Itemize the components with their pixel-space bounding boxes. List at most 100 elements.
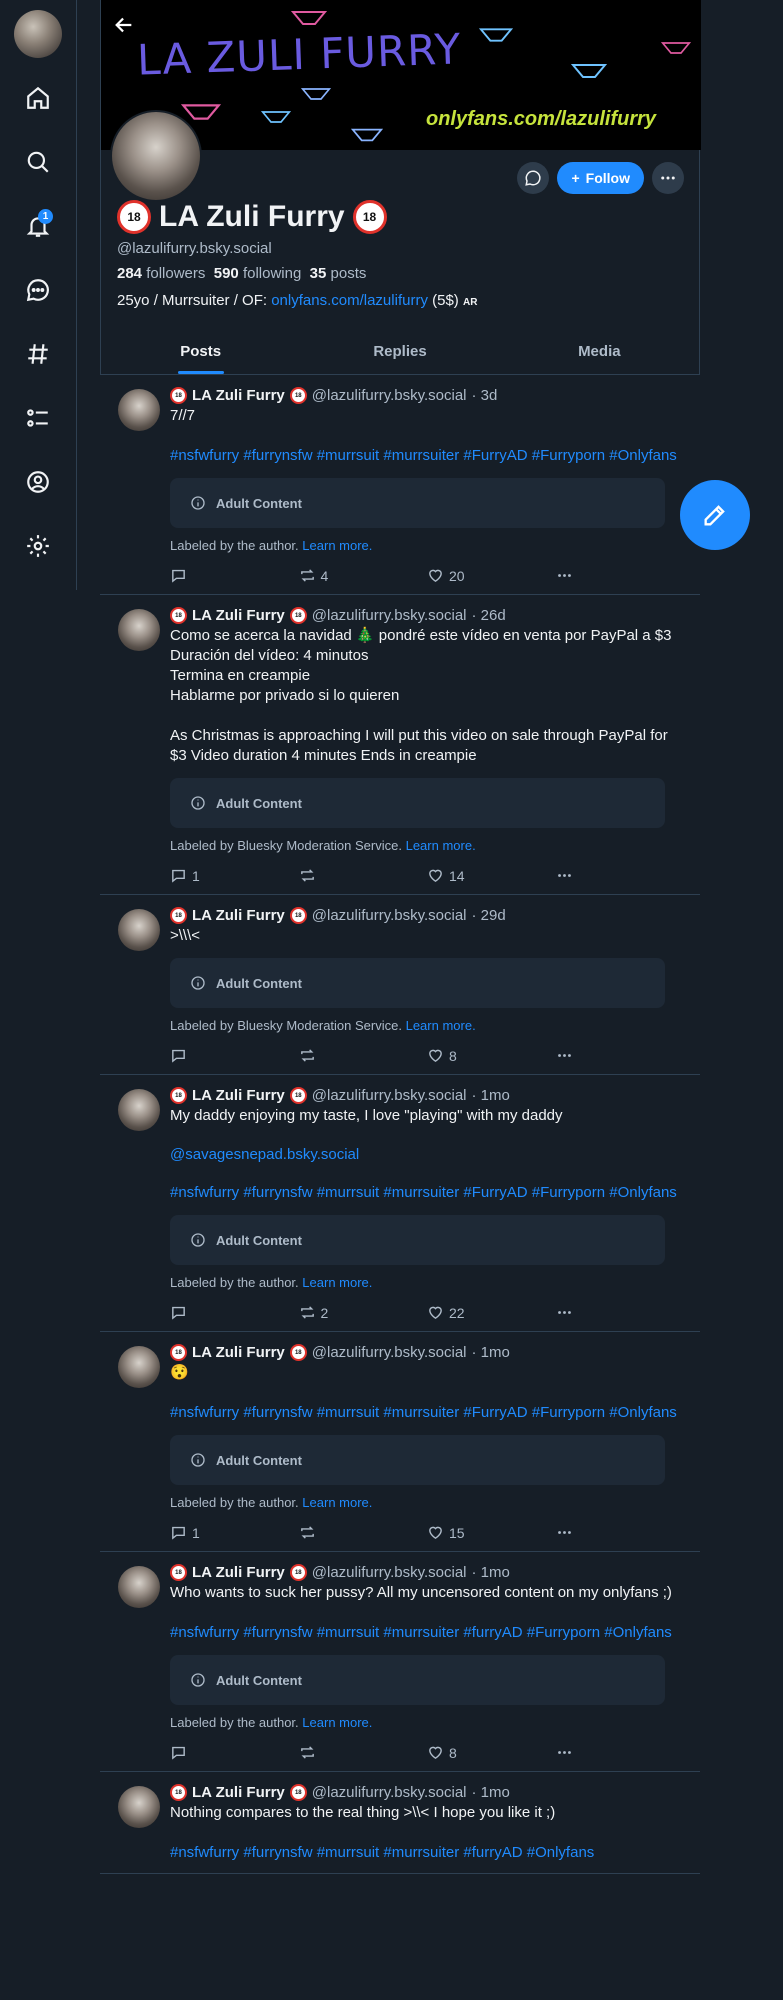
chat-icon[interactable]	[18, 270, 58, 310]
post-more-button[interactable]	[556, 1047, 685, 1064]
reply-button[interactable]: 1	[170, 1524, 299, 1541]
reply-button[interactable]: 1	[170, 867, 299, 884]
back-arrow-icon[interactable]	[109, 10, 139, 40]
post-author-name[interactable]: LA Zuli Furry	[192, 607, 285, 624]
post-avatar[interactable]	[118, 1346, 160, 1388]
notifications-icon[interactable]: 1	[18, 206, 58, 246]
post-author-name[interactable]: LA Zuli Furry	[192, 1344, 285, 1361]
post-hashtags[interactable]: #nsfwfurry #furrynsfw #murrsuit #murrsui…	[170, 1403, 684, 1423]
like-button[interactable]: 22	[427, 1304, 556, 1321]
post-author-name[interactable]: LA Zuli Furry	[192, 1564, 285, 1581]
learn-more-link[interactable]: Learn more.	[302, 1715, 372, 1730]
post-avatar[interactable]	[118, 909, 160, 951]
age-18-icon: 18	[170, 1344, 187, 1361]
repost-button[interactable]	[299, 867, 428, 884]
post-mention-link[interactable]: @savagesnepad.bsky.social	[170, 1146, 684, 1163]
post-author-handle[interactable]: @lazulifurry.bsky.social	[312, 1784, 467, 1801]
post[interactable]: 18 LA Zuli Furry 18 @lazulifurry.bsky.so…	[100, 895, 700, 1075]
repost-button[interactable]	[299, 1524, 428, 1541]
compose-button[interactable]	[680, 480, 750, 550]
reply-button[interactable]	[170, 1744, 299, 1761]
post-author-name[interactable]: LA Zuli Furry	[192, 1087, 285, 1104]
post-author-handle[interactable]: @lazulifurry.bsky.social	[312, 387, 467, 404]
following-link[interactable]: 590 following	[214, 265, 302, 282]
bio-onlyfans-link[interactable]: onlyfans.com/lazulifurry	[271, 292, 428, 309]
learn-more-link[interactable]: Learn more.	[302, 1275, 372, 1290]
post-author-name[interactable]: LA Zuli Furry	[192, 1784, 285, 1801]
post-author-handle[interactable]: @lazulifurry.bsky.social	[312, 607, 467, 624]
learn-more-link[interactable]: Learn more.	[406, 1018, 476, 1033]
like-button[interactable]: 20	[427, 567, 556, 584]
post-hashtags[interactable]: #nsfwfurry #furrynsfw #murrsuit #murrsui…	[170, 1623, 684, 1643]
like-button[interactable]: 15	[427, 1524, 556, 1541]
post-timestamp[interactable]: · 1mo	[472, 1344, 510, 1361]
repost-button[interactable]: 4	[299, 567, 428, 584]
learn-more-link[interactable]: Learn more.	[406, 838, 476, 853]
post-author-handle[interactable]: @lazulifurry.bsky.social	[312, 907, 467, 924]
age-18-icon: 18	[289, 387, 307, 404]
like-button[interactable]: 8	[427, 1744, 556, 1761]
post-author-handle[interactable]: @lazulifurry.bsky.social	[312, 1564, 467, 1581]
post[interactable]: 18 LA Zuli Furry 18 @lazulifurry.bsky.so…	[100, 1075, 700, 1332]
current-user-avatar[interactable]	[14, 10, 62, 58]
settings-gear-icon[interactable]	[18, 526, 58, 566]
post-more-button[interactable]	[556, 1304, 685, 1321]
post-timestamp[interactable]: · 1mo	[472, 1784, 510, 1801]
learn-more-link[interactable]: Learn more.	[302, 1495, 372, 1510]
post-timestamp[interactable]: · 1mo	[472, 1564, 510, 1581]
post[interactable]: 18 LA Zuli Furry 18 @lazulifurry.bsky.so…	[100, 1772, 700, 1874]
post-avatar[interactable]	[118, 1786, 160, 1828]
post-more-button[interactable]	[556, 567, 685, 584]
age-18-icon: 18	[289, 1784, 307, 1801]
repost-button[interactable]: 2	[299, 1304, 428, 1321]
post-author-name[interactable]: LA Zuli Furry	[192, 387, 285, 404]
repost-button[interactable]	[299, 1047, 428, 1064]
feeds-hash-icon[interactable]	[18, 334, 58, 374]
tab-posts[interactable]: Posts	[101, 331, 300, 374]
post-timestamp[interactable]: · 26d	[472, 607, 506, 624]
post-avatar[interactable]	[118, 1566, 160, 1608]
profile-icon[interactable]	[18, 462, 58, 502]
adult-content-warning[interactable]: Adult Content	[170, 1215, 665, 1265]
post-avatar[interactable]	[118, 389, 160, 431]
post-hashtags[interactable]: #nsfwfurry #furrynsfw #murrsuit #murrsui…	[170, 446, 684, 466]
like-button[interactable]: 8	[427, 1047, 556, 1064]
followers-link[interactable]: 284 followers	[117, 265, 205, 282]
reply-button[interactable]	[170, 1047, 299, 1064]
repost-button[interactable]	[299, 1744, 428, 1761]
post[interactable]: 18 LA Zuli Furry 18 @lazulifurry.bsky.so…	[100, 1552, 700, 1772]
adult-content-warning[interactable]: Adult Content	[170, 778, 665, 828]
tab-media[interactable]: Media	[500, 331, 699, 374]
search-icon[interactable]	[18, 142, 58, 182]
post-timestamp[interactable]: · 1mo	[472, 1087, 510, 1104]
post-timestamp[interactable]: · 3d	[472, 387, 498, 404]
post-author-name[interactable]: LA Zuli Furry	[192, 907, 285, 924]
post-hashtags[interactable]: #nsfwfurry #furrynsfw #murrsuit #murrsui…	[170, 1843, 684, 1863]
post-more-button[interactable]	[556, 1744, 685, 1761]
like-button[interactable]: 14	[427, 867, 556, 884]
post-author-handle[interactable]: @lazulifurry.bsky.social	[312, 1087, 467, 1104]
banner-panty-icon	[301, 88, 331, 100]
adult-content-warning[interactable]: Adult Content	[170, 1435, 665, 1485]
post[interactable]: 18 LA Zuli Furry 18 @lazulifurry.bsky.so…	[100, 1332, 700, 1552]
tab-replies[interactable]: Replies	[300, 331, 499, 374]
post-avatar[interactable]	[118, 609, 160, 651]
post-hashtags[interactable]: #nsfwfurry #furrynsfw #murrsuit #murrsui…	[170, 1183, 684, 1203]
post-more-button[interactable]	[556, 1524, 685, 1541]
reply-button[interactable]	[170, 1304, 299, 1321]
post-more-button[interactable]	[556, 867, 685, 884]
home-icon[interactable]	[18, 78, 58, 118]
post[interactable]: 18 LA Zuli Furry 18 @lazulifurry.bsky.so…	[100, 595, 700, 895]
post[interactable]: 18 LA Zuli Furry 18 @lazulifurry.bsky.so…	[100, 375, 700, 595]
learn-more-link[interactable]: Learn more.	[302, 538, 372, 553]
adult-content-warning[interactable]: Adult Content	[170, 1655, 665, 1705]
post-avatar[interactable]	[118, 1089, 160, 1131]
post-author-handle[interactable]: @lazulifurry.bsky.social	[312, 1344, 467, 1361]
reply-button[interactable]	[170, 567, 299, 584]
heart-icon	[429, 869, 442, 883]
adult-content-warning[interactable]: Adult Content	[170, 478, 665, 528]
adult-content-warning[interactable]: Adult Content	[170, 958, 665, 1008]
age-18-icon: 18	[170, 907, 187, 924]
lists-icon[interactable]	[18, 398, 58, 438]
post-timestamp[interactable]: · 29d	[472, 907, 506, 924]
